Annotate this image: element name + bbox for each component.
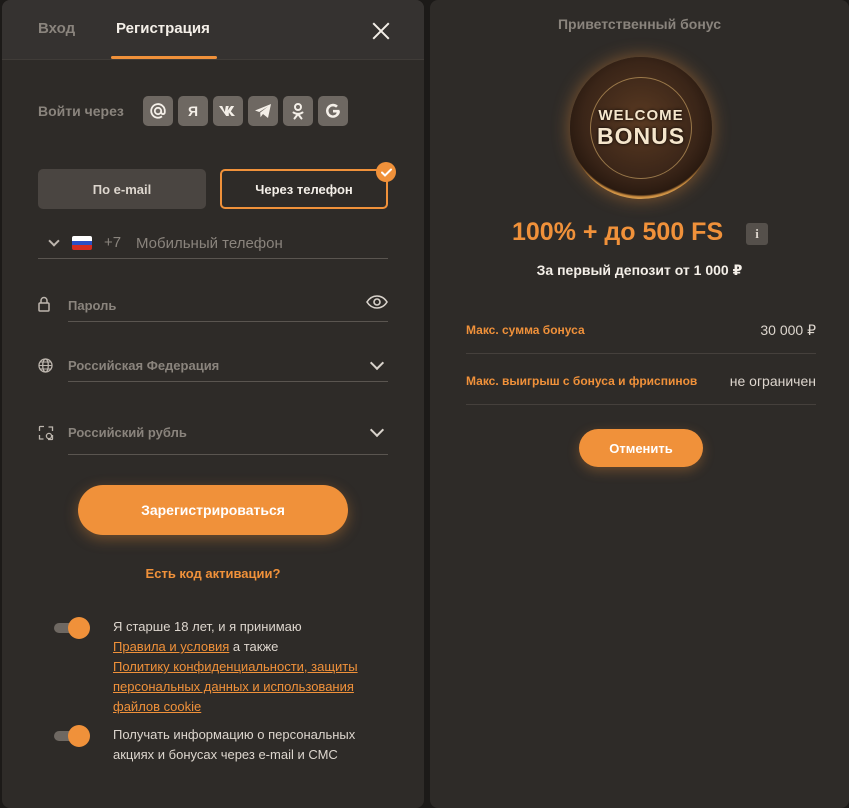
- password-placeholder: Пароль: [68, 298, 117, 313]
- chevron-down-icon[interactable]: [48, 235, 60, 247]
- russia-flag-icon[interactable]: [72, 236, 92, 250]
- odnoklassniki-icon[interactable]: [283, 96, 313, 126]
- currency-select[interactable]: Российский рубль: [68, 416, 388, 455]
- currency-icon: [38, 425, 54, 446]
- age-consent-text: Я старше 18 лет, и я принимаю Правила и …: [113, 617, 383, 717]
- bonus-row-max-win: Макс. выигрыш с бонуса и фриспинов не ог…: [466, 355, 816, 405]
- cancel-bonus-button[interactable]: Отменить: [579, 429, 703, 467]
- also-text: а также: [229, 639, 279, 654]
- phone-input[interactable]: [136, 229, 386, 257]
- google-icon[interactable]: [318, 96, 348, 126]
- eye-icon[interactable]: [366, 295, 388, 314]
- auth-tabs-bar: Вход Регистрация: [2, 0, 424, 60]
- welcome-bonus-coin-image: WELCOME BONUS: [570, 57, 712, 199]
- bonus-row-value: 30 000 ₽: [760, 322, 816, 338]
- globe-icon: [38, 358, 53, 378]
- bonus-subtitle: За первый депозит от 1 000 ₽: [536, 262, 743, 278]
- register-button[interactable]: Зарегистрироваться: [78, 485, 348, 535]
- marketing-consent-text: Получать информацию о персональных акция…: [113, 727, 356, 762]
- info-icon[interactable]: i: [746, 223, 768, 245]
- bonus-title: Приветственный бонус: [557, 16, 721, 32]
- social-login-label: Войти через: [38, 103, 124, 119]
- currency-value: Российский рубль: [68, 425, 187, 440]
- privacy-policy-link[interactable]: Политику конфиденциальности, защиты перс…: [113, 659, 358, 714]
- marketing-consent-toggle[interactable]: [54, 725, 90, 747]
- chevron-down-icon[interactable]: [369, 355, 385, 371]
- tab-register[interactable]: Регистрация: [116, 20, 210, 37]
- bonus-row-key: Макс. выигрыш с бонуса и фриспинов: [466, 374, 698, 388]
- activation-code-link[interactable]: Есть код активации?: [2, 566, 424, 581]
- registration-panel: Вход Регистрация Войти через Я По e-mail…: [2, 0, 424, 808]
- method-phone-button[interactable]: Через телефон: [220, 169, 388, 209]
- chevron-down-icon[interactable]: [369, 422, 385, 438]
- checkmark-icon: [376, 162, 396, 182]
- terms-link[interactable]: Правила и условия: [113, 639, 229, 654]
- yandex-icon[interactable]: Я: [178, 96, 208, 126]
- bonus-row-max-amount: Макс. сумма бонуса 30 000 ₽: [466, 304, 816, 354]
- telegram-icon[interactable]: [248, 96, 278, 126]
- bonus-row-key: Макс. сумма бонуса: [466, 323, 585, 337]
- age-consent-toggle[interactable]: [54, 617, 90, 639]
- method-email-button[interactable]: По e-mail: [38, 169, 206, 209]
- bonus-amount: 100% + до 500 FS: [512, 218, 724, 246]
- coin-line-1: WELCOME: [598, 107, 684, 124]
- country-select[interactable]: Российская Федерация: [68, 349, 388, 382]
- coin-line-2: BONUS: [596, 123, 686, 149]
- welcome-bonus-panel: Приветственный бонус WELCOME BONUS 100% …: [430, 0, 849, 808]
- age-consent-line: Я старше 18 лет, и я принимаю: [113, 619, 302, 634]
- phone-prefix: +7: [104, 234, 122, 251]
- password-field[interactable]: Пароль: [68, 289, 388, 322]
- bonus-row-value: не ограничен: [729, 373, 816, 389]
- tab-login[interactable]: Вход: [38, 20, 75, 37]
- vk-icon[interactable]: [213, 96, 243, 126]
- active-tab-indicator: [111, 56, 217, 59]
- mail-ru-icon[interactable]: [143, 96, 173, 126]
- lock-icon: [38, 296, 50, 317]
- social-login-buttons: Я: [143, 96, 348, 126]
- country-value: Российская Федерация: [68, 358, 220, 373]
- phone-field: +7: [38, 228, 388, 259]
- close-icon[interactable]: [368, 18, 394, 44]
